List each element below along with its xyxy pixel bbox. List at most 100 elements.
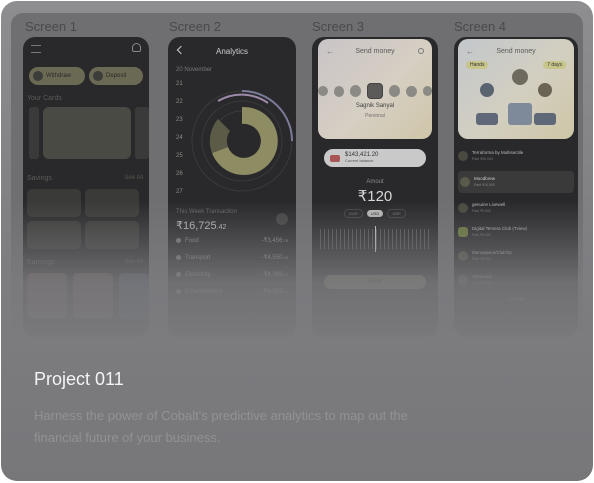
week-total: ₹16,725.42 xyxy=(176,219,226,232)
day-label: 27 xyxy=(176,189,183,195)
avatar[interactable] xyxy=(422,86,433,96)
list-item[interactable]: Digital Tersera Club (Tview) Paid ₹9,000 xyxy=(458,223,574,241)
transaction-decimal: .09 xyxy=(282,289,288,294)
week-total-value: ₹16,725 xyxy=(176,220,217,232)
avatar xyxy=(460,177,470,187)
transaction-name: Entertainment xyxy=(185,288,223,295)
currency-switch[interactable]: EUR USD GBP xyxy=(312,209,438,218)
filter-left[interactable]: Hands xyxy=(466,61,489,69)
send-money-header: ← Send money Sagnik Sanyal Personal xyxy=(318,39,433,139)
podium-avatar-2[interactable] xyxy=(480,83,494,97)
menu-icon xyxy=(31,45,41,53)
amount-value: ₹120 xyxy=(357,188,393,205)
day-label: 25 xyxy=(176,153,183,159)
balance-pill: $143,421.20 Current balance xyxy=(324,149,426,167)
earnings-see-all[interactable]: See All xyxy=(124,259,143,265)
list-item-sub: Paid ₹10,000 xyxy=(474,183,495,187)
card-icon xyxy=(330,154,340,162)
view-all-link[interactable]: View All xyxy=(454,297,578,303)
savings-tile-3[interactable] xyxy=(27,221,81,249)
list-item-selected[interactable]: Moodbrew Paid ₹10,000 xyxy=(458,171,574,193)
list-item[interactable]: genuine Livewell Paid ₹9,500 xyxy=(458,199,574,217)
transaction-row[interactable]: Food -₹3,456.78 xyxy=(176,237,288,244)
recipient-type: Personal xyxy=(365,113,385,119)
day-label: 22 xyxy=(176,99,183,105)
bank-card[interactable] xyxy=(43,107,131,159)
card-next[interactable] xyxy=(135,107,149,159)
savings-heading: Savings xyxy=(27,175,52,182)
earning-tile-3[interactable] xyxy=(119,273,149,319)
screen-label-3: Screen 3 xyxy=(312,19,365,34)
withdraw-button[interactable]: Withdraw xyxy=(29,67,85,85)
screen-label-4: Screen 4 xyxy=(454,19,507,34)
screen3-phone: ← Send money Sagnik Sanyal Personal $143… xyxy=(312,37,438,337)
recipient-carousel[interactable] xyxy=(318,83,433,99)
list-item[interactable]: Ultraviolet Paid ₹7,500 xyxy=(458,271,574,289)
list-item[interactable]: Terraforma by Multisectile Paid ₹20,000 xyxy=(458,147,574,165)
transaction-amount: -₹3,456 xyxy=(261,238,283,244)
earning-tile-2[interactable] xyxy=(73,273,113,319)
withdraw-label: Withdraw xyxy=(46,73,72,79)
week-label: This Week Transaction xyxy=(176,209,237,215)
podium-bar xyxy=(534,113,556,125)
transaction-row[interactable]: Transport -₹4,550.46 xyxy=(176,254,288,261)
transaction-row[interactable]: Electricity -₹4,369.09 xyxy=(176,271,288,278)
your-cards-heading: Your Cards xyxy=(27,95,62,102)
day-label: 24 xyxy=(176,135,183,141)
list-item-sub: Paid ₹8,000 xyxy=(472,257,491,261)
transaction-amount: -₹4,369 xyxy=(261,272,283,278)
send-button[interactable]: Send xyxy=(324,275,426,289)
slider-handle[interactable] xyxy=(375,226,376,252)
analytics-radial-chart xyxy=(191,90,293,192)
podium-avatar-3[interactable] xyxy=(538,83,552,97)
top-recipients-header: ← Send money Hands 7 days xyxy=(458,39,574,139)
deposit-button[interactable]: Deposit xyxy=(89,67,143,85)
avatar[interactable] xyxy=(333,85,344,97)
filter-right[interactable]: 7 days xyxy=(543,61,566,69)
day-label: 26 xyxy=(176,171,183,177)
currency-option[interactable]: EUR xyxy=(344,209,363,218)
earnings-heading: Earnings xyxy=(27,259,55,266)
list-item-sub: Paid ₹7,500 xyxy=(472,281,491,285)
bell-icon xyxy=(132,43,141,52)
transaction-name: Electricity xyxy=(185,271,211,278)
avatar-selected[interactable] xyxy=(367,83,383,99)
expand-icon[interactable] xyxy=(276,213,288,225)
list-item[interactable]: Monospace/ClubTip Paid ₹8,000 xyxy=(458,247,574,265)
screen1-phone: Withdraw Deposit Your Cards Savings See … xyxy=(23,37,149,337)
day-label: 21 xyxy=(176,81,183,87)
avatar xyxy=(458,227,468,237)
project-title: Project 011 xyxy=(34,369,124,389)
avatar[interactable] xyxy=(406,85,417,97)
savings-tile-4[interactable] xyxy=(85,221,139,249)
podium-avatar-1[interactable] xyxy=(512,69,528,85)
dot-icon xyxy=(176,289,181,294)
avatar[interactable] xyxy=(388,85,401,97)
dot-icon xyxy=(176,272,181,277)
dot-icon xyxy=(176,238,181,243)
search-icon[interactable] xyxy=(418,48,424,54)
savings-see-all[interactable]: See All xyxy=(124,175,143,181)
savings-tile-1[interactable] xyxy=(27,189,81,217)
savings-tile-2[interactable] xyxy=(85,189,139,217)
avatar[interactable] xyxy=(318,86,328,96)
transaction-decimal: .09 xyxy=(282,272,288,277)
currency-option-selected[interactable]: USD xyxy=(366,210,384,217)
analytics-date: 20 November xyxy=(176,67,213,73)
balance-label: Current balance xyxy=(345,158,374,163)
project-preview: Screen 1 Screen 2 Screen 3 Screen 4 With… xyxy=(11,13,583,351)
amount-slider[interactable] xyxy=(320,226,430,252)
avatar[interactable] xyxy=(349,85,362,97)
transaction-name: Food xyxy=(185,237,199,244)
transaction-row[interactable]: Entertainment -₹4,369.09 xyxy=(176,288,288,295)
card-prev[interactable] xyxy=(29,107,39,159)
currency-option[interactable]: GBP xyxy=(387,209,406,218)
podium-bar xyxy=(476,113,498,125)
transaction-decimal: .46 xyxy=(282,255,288,260)
avatar xyxy=(458,251,468,261)
transaction-name: Transport xyxy=(185,254,211,261)
project-card[interactable]: Screen 1 Screen 2 Screen 3 Screen 4 With… xyxy=(1,1,593,481)
list-item-sub: Paid ₹9,000 xyxy=(472,233,491,237)
deposit-icon xyxy=(93,71,103,81)
earning-tile-1[interactable] xyxy=(27,273,67,319)
